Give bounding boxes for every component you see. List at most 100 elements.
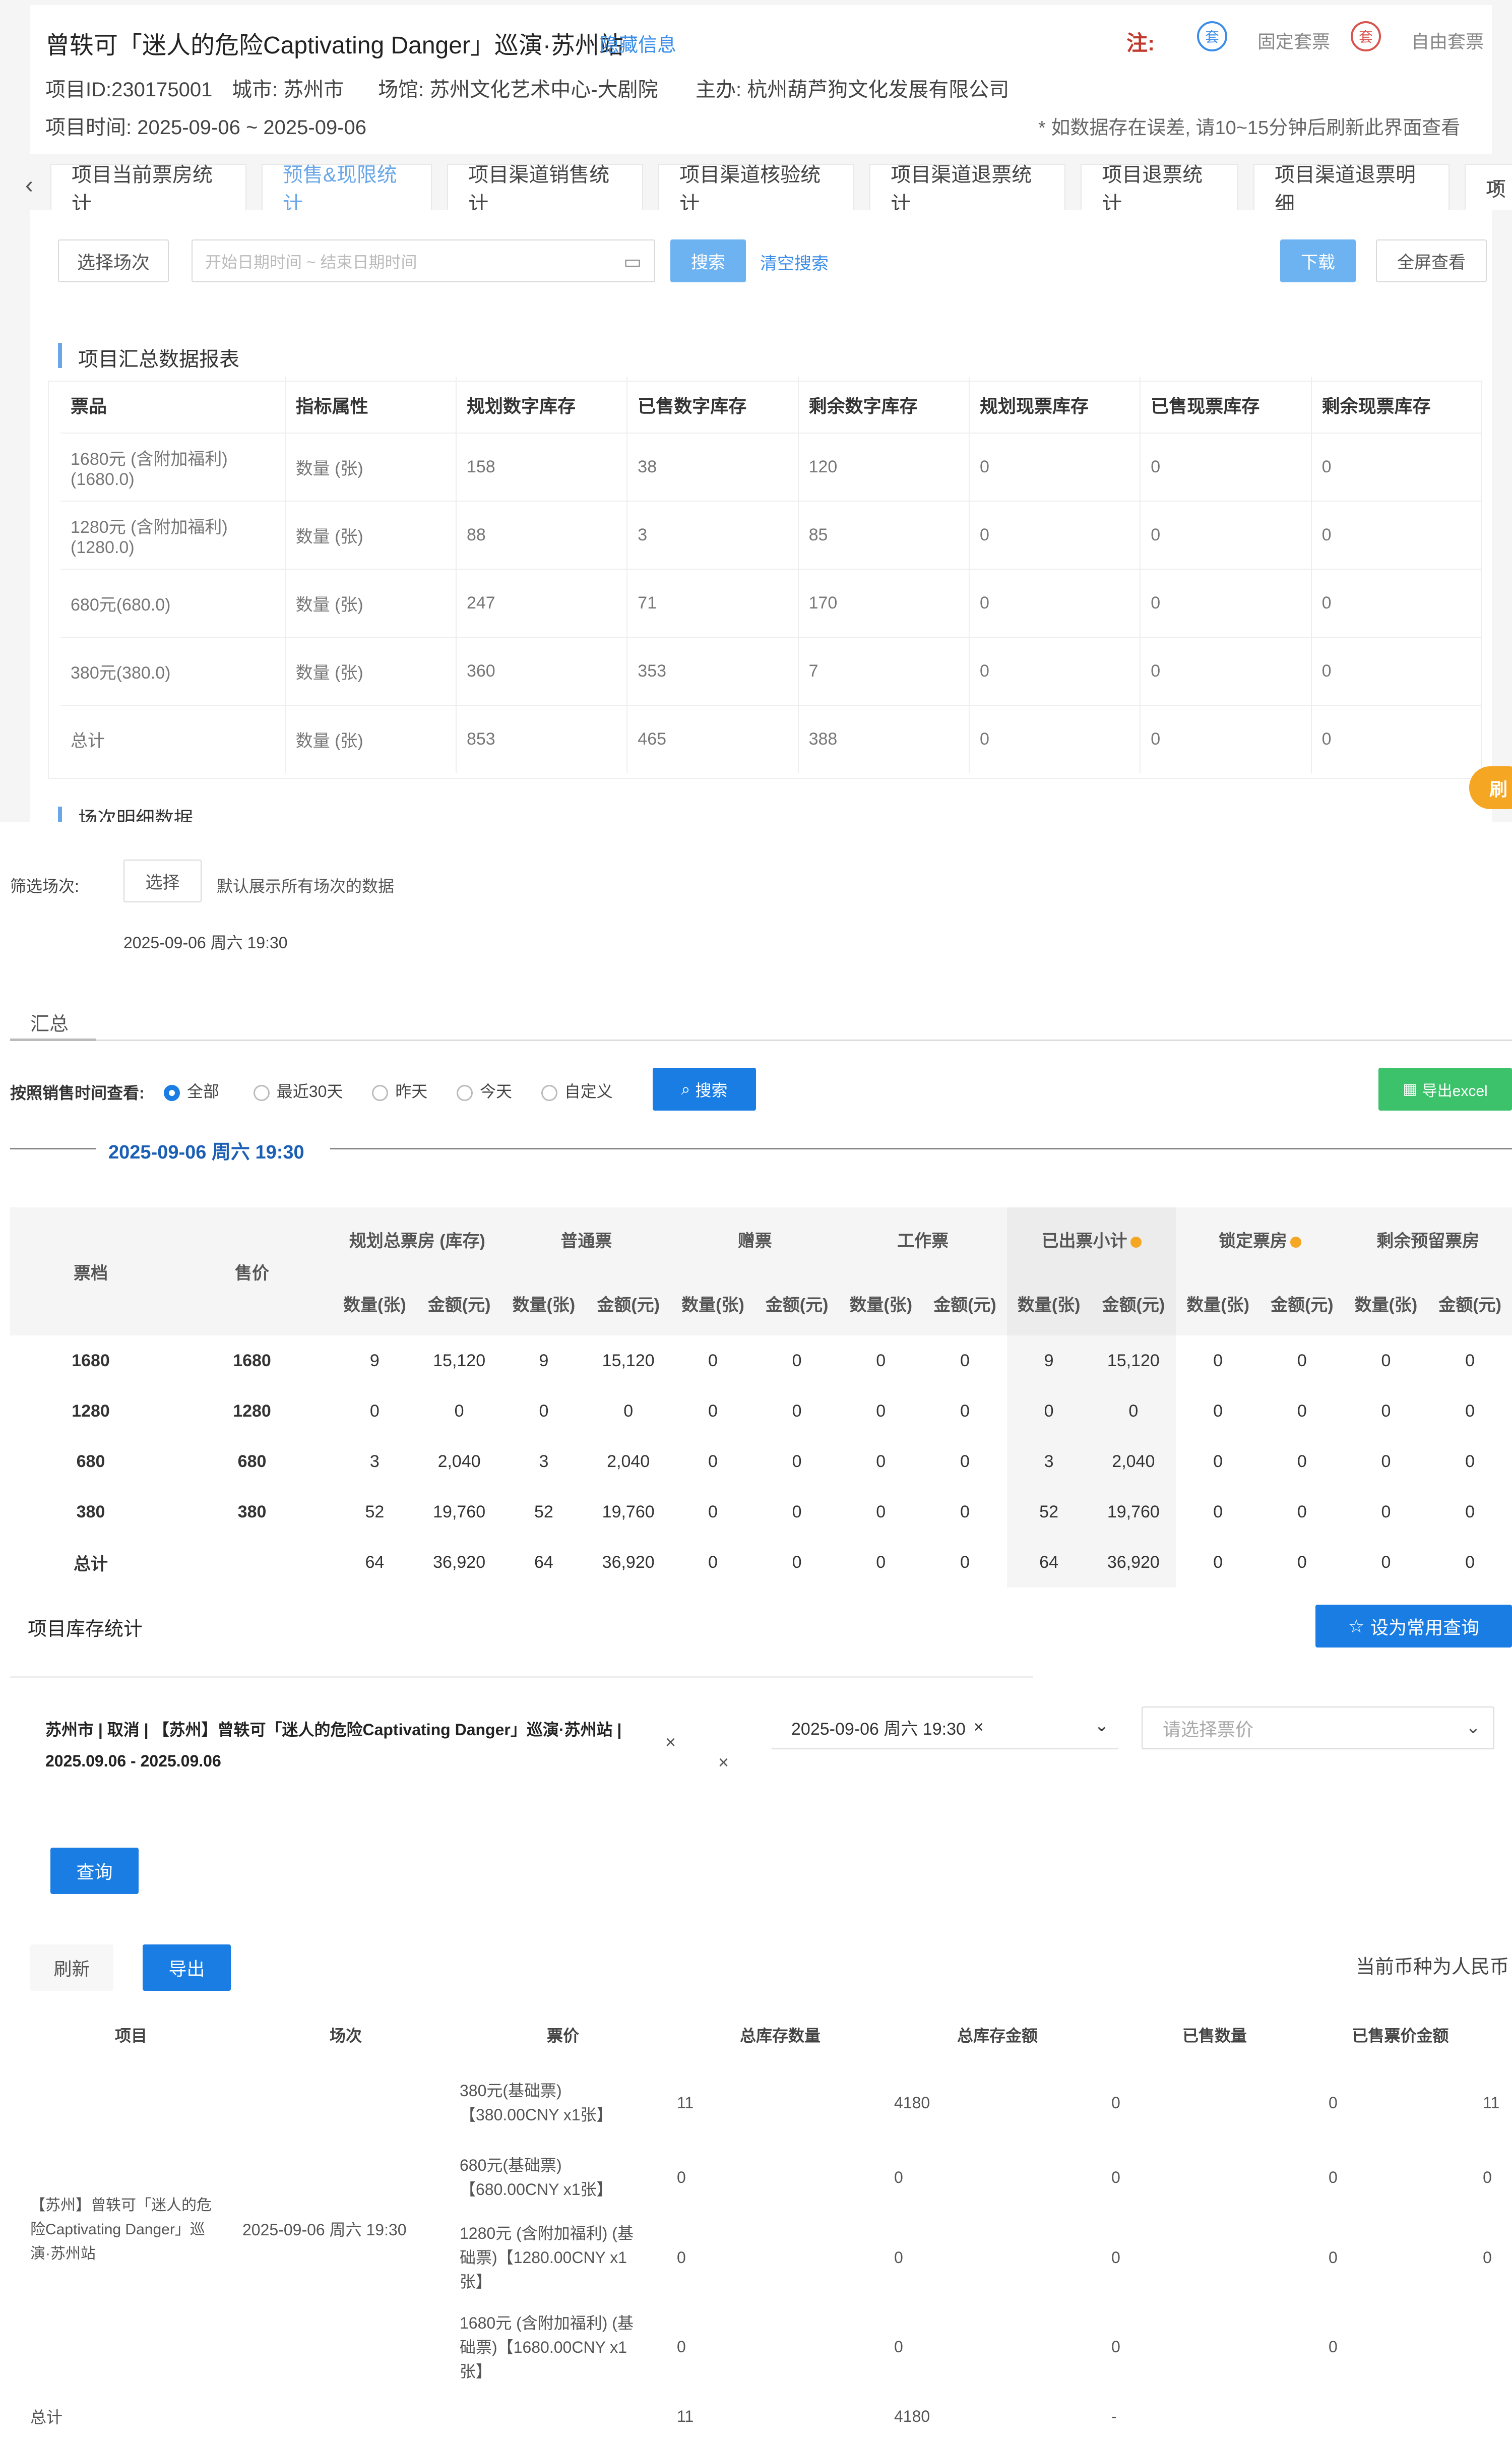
export-excel-button[interactable]: ▦ 导出excel <box>1378 1068 1512 1111</box>
inventory-price-cell: 1280元 (含附加福利) (基础票)【1280.00CNY x1张】 <box>460 2224 634 2291</box>
divider-date: 2025-09-06 周六 19:30 <box>108 1142 304 1163</box>
legend-fixed: 固定套票 <box>1257 31 1331 52</box>
group-normal: 普通票 <box>501 1207 671 1271</box>
tab-refund-stats[interactable]: 项目退票统计 <box>1081 164 1238 215</box>
city: 城市: 苏州市 <box>232 79 344 101</box>
radio-all[interactable] <box>164 1084 180 1101</box>
summary-cell: 0 <box>1465 1502 1475 1521</box>
summary-cell: 0 <box>708 1401 718 1421</box>
session-select[interactable]: 2025-09-06 周六 19:30 × ⌄ <box>771 1706 1119 1749</box>
tab-summary[interactable]: 汇总 <box>30 1008 69 1036</box>
inventory-price-cell: 380元(基础票)【380.00CNY x1张】 <box>460 2082 613 2124</box>
summary-cell: 0 <box>1381 1451 1391 1471</box>
summary-cell: 1280 <box>72 1401 110 1421</box>
inventory-empty-cell <box>1318 2394 1473 2439</box>
report1-cell: 120 <box>798 433 970 502</box>
report1-cell: 0 <box>1140 637 1312 706</box>
summary-cell: 0 <box>876 1451 886 1471</box>
header-card: 曾轶可「迷人的危险Captivating Danger」巡演·苏州站 隐藏信息 … <box>30 5 1492 154</box>
inventory-header: 总库存金额 <box>957 2027 1038 2045</box>
report1-row: 1680元 (含附加福利) (1680.0) 数量 (张) 158 38 120 0 0 0 <box>60 433 1482 502</box>
summary-cell: 0 <box>1297 1552 1307 1572</box>
calendar-icon: ▭ <box>623 252 642 273</box>
summary-cell: 0 <box>876 1351 886 1370</box>
session-hint: 默认展示所有场次的数据 <box>217 877 395 895</box>
inventory-row: 【苏州】曾轶可「迷人的危险Captivating Danger」巡演·苏州站 20… <box>20 2065 1512 2262</box>
tab-presale-stats[interactable]: 预售&现限统计 <box>262 164 432 215</box>
fullscreen-button[interactable]: 全屏查看 <box>1376 239 1487 282</box>
tab-channel-refund[interactable]: 项目渠道退票统计 <box>869 164 1066 215</box>
tab-channel-refund-detail[interactable]: 项目渠道退票明细 <box>1253 164 1450 215</box>
report1-cell: 数量 (张) <box>285 433 457 502</box>
select-session-button[interactable]: 选择场次 <box>58 239 169 282</box>
summary-cell: 64 <box>1006 1537 1091 1588</box>
clear-search-link[interactable]: 清空搜索 <box>760 250 829 274</box>
inventory-cell: 0 <box>1483 2168 1492 2186</box>
floating-refresh-button[interactable]: 刷 <box>1469 766 1512 809</box>
search-icon: ⌕ <box>681 1079 690 1098</box>
summary-row: 680 680 3 2,040 3 2,040 0 0 0 0 3 2,040 0 0 0 0 <box>10 1436 1512 1487</box>
sub-header-qty: 数量(张) <box>1176 1271 1260 1335</box>
summary-cell: 0 <box>960 1502 970 1521</box>
report1-row: 1280元 (含附加福利) (1280.0) 数量 (张) 88 3 85 0 0 0 <box>60 501 1482 570</box>
group-locked-label: 锁定票房 <box>1218 1232 1287 1251</box>
export-button[interactable]: 导出 <box>143 1944 231 1991</box>
radio-yesterday[interactable] <box>372 1084 389 1101</box>
refresh-button[interactable]: 刷新 <box>30 1944 113 1991</box>
radio-custom[interactable] <box>541 1084 557 1101</box>
sub-header-amount: 金额(元) <box>923 1271 1007 1335</box>
summary-group-row: 票档 售价 规划总票房 (库存) 普通票 赠票 工作票 已出票小计 锁定票房 剩… <box>10 1207 1512 1335</box>
summary-cell: 2,040 <box>607 1451 650 1471</box>
tab-more[interactable]: 项 <box>1465 164 1512 210</box>
summary-cell: 0 <box>1213 1502 1223 1521</box>
inventory-title: 项目库存统计 <box>28 1619 143 1640</box>
time-search-button[interactable]: ⌕ 搜索 <box>653 1068 756 1111</box>
tab-next-icon[interactable]: › <box>1492 171 1500 199</box>
tag-close-icon[interactable]: × <box>665 1732 676 1753</box>
radio-30days[interactable] <box>253 1084 270 1101</box>
price-select[interactable]: 请选择票价 ⌄ <box>1142 1706 1494 1749</box>
report1-row: 总计 数量 (张) 853 465 388 0 0 0 <box>60 705 1482 773</box>
summary-cell: 9 <box>369 1351 380 1370</box>
summary-cell: 0 <box>539 1401 549 1421</box>
summary-cell: 2,040 <box>1091 1436 1176 1487</box>
summary-cell: 0 <box>960 1351 970 1370</box>
session-select-button[interactable]: 选择 <box>123 860 202 902</box>
project-clear-icon[interactable]: × <box>718 1752 729 1773</box>
session-summary-table: 票档 售价 规划总票房 (库存) 普通票 赠票 工作票 已出票小计 锁定票房 剩… <box>10 1207 1512 1588</box>
inventory-total-amount: 4180 <box>894 2407 930 2425</box>
summary-cell: 0 <box>792 1552 802 1572</box>
download-button[interactable]: 下载 <box>1280 239 1356 282</box>
star-icon: ☆ <box>1348 1615 1365 1636</box>
summary-row: 总计 64 36,920 64 36,920 0 0 0 0 64 36,920 0 0 0 0 <box>10 1537 1512 1588</box>
report1-cell: 3 <box>627 501 799 570</box>
session-clear-icon[interactable]: × <box>974 1718 984 1737</box>
inventory-empty-cell <box>450 2394 667 2439</box>
date-range-input[interactable]: 开始日期时间 ~ 结束日期时间 ▭ <box>192 239 655 282</box>
inventory-total-qty: 11 <box>677 2407 694 2425</box>
set-common-query-label: 设为常用查询 <box>1370 1617 1480 1638</box>
radio-today[interactable] <box>456 1084 473 1101</box>
query-button[interactable]: 查询 <box>50 1848 139 1894</box>
report1-cell: 0 <box>969 705 1141 773</box>
search-button[interactable]: 搜索 <box>670 239 746 282</box>
summary-cell: 9 <box>539 1351 549 1370</box>
tab-channel-checkin[interactable]: 项目渠道核验统计 <box>658 164 855 215</box>
session-select-value: 2025-09-06 周六 19:30 <box>791 1720 966 1739</box>
summary-cell: 52 <box>534 1502 553 1521</box>
summary-cell: 1680 <box>233 1351 271 1370</box>
report1-title: 项目汇总数据报表 <box>78 348 239 371</box>
tab-current-boxoffice[interactable]: 项目当前票房统计 <box>50 164 247 215</box>
summary-cell: 0 <box>960 1451 970 1471</box>
price-select-placeholder: 请选择票价 <box>1163 1719 1254 1740</box>
hide-info-link[interactable]: 隐藏信息 <box>600 29 676 57</box>
summary-cell: 0 <box>1297 1351 1307 1370</box>
report1-cell: 0 <box>1311 569 1482 638</box>
summary-cell: 19,760 <box>433 1502 486 1521</box>
summary-cell: 3 <box>539 1451 549 1471</box>
tab-channel-sales[interactable]: 项目渠道销售统计 <box>447 164 644 215</box>
summary-cell: 0 <box>1297 1401 1307 1421</box>
set-common-query-button[interactable]: ☆ 设为常用查询 <box>1315 1605 1512 1648</box>
summary-cell: 19,760 <box>1091 1487 1176 1537</box>
tab-prev-icon[interactable]: ‹ <box>25 171 33 199</box>
